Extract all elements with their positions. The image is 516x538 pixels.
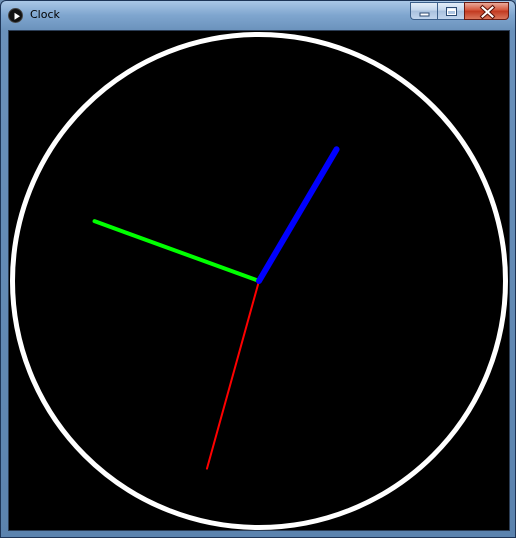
clock-canvas: [8, 30, 510, 531]
minimize-icon: [419, 12, 430, 17]
clock-window: Clock: [0, 0, 516, 538]
hour-hand: [256, 146, 340, 284]
maximize-icon: [446, 7, 457, 16]
second-hand: [205, 280, 260, 470]
minute-hand: [92, 219, 261, 283]
maximize-button[interactable]: [437, 2, 464, 20]
clock-drawing: [10, 32, 508, 530]
title-bar[interactable]: Clock: [1, 1, 515, 29]
close-button[interactable]: [464, 2, 509, 20]
minimize-button[interactable]: [410, 2, 437, 20]
caption-buttons: [410, 2, 509, 20]
play-circle-icon[interactable]: [8, 8, 23, 23]
window-title: Clock: [30, 8, 60, 21]
close-icon: [479, 4, 496, 20]
